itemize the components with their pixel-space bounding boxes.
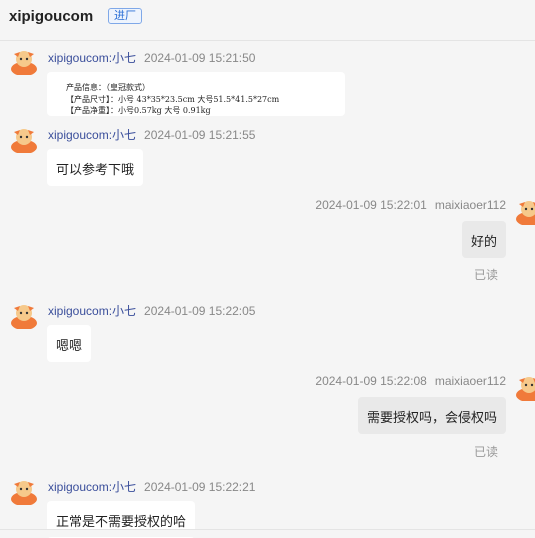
message-bubble[interactable]: 好的 — [461, 221, 506, 258]
message-time: 2024-01-09 15:22:05 — [144, 304, 256, 318]
chat-header: xipigoucom 进厂 — [0, 0, 535, 41]
sender-name[interactable]: xipigoucom:小七 — [48, 480, 136, 494]
avatar-icon[interactable] — [10, 477, 38, 505]
image-message[interactable]: 产品信息：（皇冠款式） 【产品尺寸】：小号 43*35*23.5cm 大号51.… — [47, 72, 345, 116]
message-bubble[interactable]: 需要授权吗，会侵权吗 — [357, 397, 506, 434]
avatar-icon[interactable] — [10, 47, 38, 75]
message-bubble[interactable]: 可以参考下哦 — [47, 149, 144, 186]
message-meta: xipigoucom:小七 2024-01-09 15:22:21 — [48, 478, 255, 495]
message-meta: xipigoucom:小七 2024-01-09 15:22:05 — [48, 302, 255, 319]
avatar-icon[interactable] — [515, 197, 535, 225]
sender-name[interactable]: xipigoucom:小七 — [48, 51, 136, 65]
chat-title: xipigoucom — [9, 8, 94, 25]
image-text-line: 产品信息：（皇冠款式） — [66, 83, 150, 92]
avatar-icon[interactable] — [515, 373, 535, 401]
message-meta: xipigoucom:小七 2024-01-09 15:21:50 — [48, 49, 255, 66]
sender-name[interactable]: xipigoucom:小七 — [48, 304, 136, 318]
message-time: 2024-01-09 15:22:21 — [144, 480, 256, 494]
enter-shop-badge[interactable]: 进厂 — [108, 8, 142, 24]
avatar-icon[interactable] — [10, 301, 38, 329]
sender-name[interactable]: xipigoucom:小七 — [48, 128, 136, 142]
message-meta: 2024-01-09 15:22:08 maixiaoer112 — [315, 374, 506, 388]
read-status: 已读 — [473, 445, 498, 459]
sender-name: maixiaoer112 — [434, 374, 506, 388]
message-meta: xipigoucom:小七 2024-01-09 15:21:55 — [48, 126, 255, 143]
image-text-line: 【产品净重】：小号0.57kg 大号 0.91kg — [66, 106, 211, 115]
message-meta: 2024-01-09 15:22:01 maixiaoer112 — [315, 198, 506, 212]
avatar-icon[interactable] — [10, 125, 38, 153]
message-time: 2024-01-09 15:22:01 — [315, 198, 427, 212]
sender-name: maixiaoer112 — [434, 198, 506, 212]
read-status: 已读 — [473, 268, 498, 282]
message-bubble[interactable]: 嗯嗯 — [47, 325, 92, 362]
image-text-line: 【产品尺寸】：小号 43*35*23.5cm 大号51.5*41.5*27cm — [66, 95, 280, 104]
message-time: 2024-01-09 15:21:50 — [144, 51, 256, 65]
message-time: 2024-01-09 15:21:55 — [144, 128, 256, 142]
message-time: 2024-01-09 15:22:08 — [315, 374, 427, 388]
